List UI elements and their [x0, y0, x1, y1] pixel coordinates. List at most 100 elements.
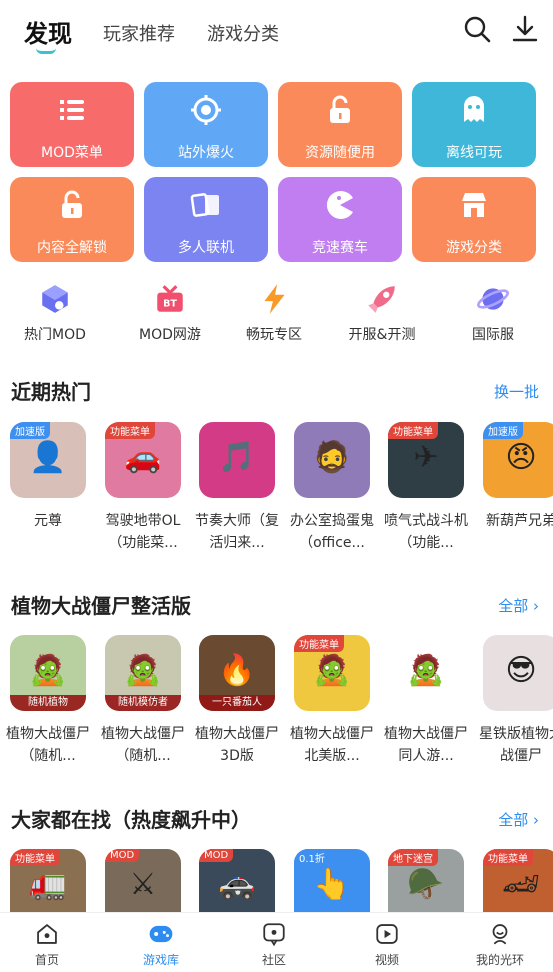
feature-card[interactable]: 内容全解锁: [10, 177, 134, 262]
app-art: 🧟: [407, 653, 445, 688]
nav-item[interactable]: 我的光环: [454, 921, 546, 968]
feature-card-label: 资源随便用: [305, 145, 375, 161]
pacman-icon: [324, 189, 356, 221]
feature-card-label: 内容全解锁: [37, 240, 107, 256]
app-art: 🧟: [313, 653, 351, 688]
feature-card[interactable]: 多人联机: [144, 177, 268, 262]
feature-card[interactable]: 站外爆火: [144, 82, 268, 167]
app-badge: 功能菜单: [388, 422, 438, 439]
quick-entry[interactable]: 畅玩专区: [222, 282, 326, 344]
app-art: ⚔: [129, 867, 157, 902]
feature-card[interactable]: 离线可玩: [412, 82, 536, 167]
app-tag: 随机植物: [10, 695, 86, 711]
mod-cube-icon: [38, 282, 72, 316]
app-badge: 功能菜单: [105, 422, 155, 439]
nav-item[interactable]: 首页: [1, 921, 93, 968]
nav-item-label: 视频: [374, 953, 399, 967]
unlock-icon: [324, 94, 356, 126]
svg-text:BT: BT: [163, 298, 177, 309]
feature-card-label: MOD菜单: [41, 145, 103, 161]
app-row-pvz: 🧟 随机植物 植物大战僵尸（随机... 🧟 随机模仿者 植物大战僵尸（随机... 🔥 一只番茄…: [0, 635, 553, 775]
ghost-icon: [458, 94, 490, 126]
app-name: 植物大战僵尸（随机...: [6, 726, 90, 764]
app-art: 🚓: [218, 867, 256, 902]
quick-entry[interactable]: 热门MOD: [3, 282, 107, 344]
app-art: 🚛: [29, 867, 67, 902]
feature-card-label: 离线可玩: [446, 145, 502, 161]
app-badge: 加速版: [483, 422, 523, 439]
app-name: 新葫芦兄弟: [486, 513, 553, 529]
app-name: 植物大战僵尸同人游...: [384, 726, 468, 764]
app-row-hot: 👤 加速版 元尊 🚗 功能菜单 驾驶地带OL（功能菜... 🎵 节奏大师（复活归来... 🧔 办公…: [0, 422, 553, 562]
app-icon: 👆 0.1折: [294, 849, 370, 912]
app-tag: 一只番茄人: [199, 695, 275, 711]
app-art: 😎: [505, 653, 537, 688]
app-art: 🏎: [501, 867, 541, 902]
app-art: 🔥: [218, 653, 256, 688]
app-icon: 😠 加速版: [483, 422, 553, 498]
view-all-pvz-link[interactable]: 全部 ›: [498, 595, 539, 616]
app-icon: ✈ 功能菜单: [388, 422, 464, 498]
nav-item-label: 首页: [34, 953, 59, 967]
planet-icon: [476, 282, 510, 316]
app-art: 🧟: [124, 653, 162, 688]
app-art: 🎵: [218, 440, 256, 475]
nav-item-label: 我的光环: [475, 953, 524, 967]
app-badge: 地下迷宫: [388, 849, 438, 866]
section-title-pvz: 植物大战僵尸整活版: [11, 594, 191, 618]
feature-card-label: 多人联机: [178, 240, 234, 256]
app-name: 驾驶地带OL（功能菜...: [105, 513, 181, 551]
app-icon: 🧟 功能菜单: [294, 635, 370, 711]
refresh-batch-link[interactable]: 换一批: [494, 381, 539, 402]
nav-item[interactable]: 视频: [341, 921, 433, 968]
nav-item[interactable]: 社区: [228, 921, 320, 968]
app-icon: 🧟 随机模仿者: [105, 635, 181, 711]
nav-item-label: 游戏库: [142, 953, 179, 967]
feature-card-label: 游戏分类: [446, 240, 502, 256]
app-icon: 🧟: [388, 635, 464, 711]
app-art: 👆: [313, 867, 351, 902]
active-tab-indicator: [36, 48, 56, 54]
app-tag: 随机模仿者: [105, 695, 181, 711]
app-name: 植物大战僵尸（随机...: [101, 726, 185, 764]
rocket-icon: [365, 282, 399, 316]
tab-player-recommend[interactable]: 玩家推荐: [103, 20, 175, 46]
app-art: 🧔: [313, 440, 351, 475]
view-all-trending-link[interactable]: 全部 ›: [498, 809, 539, 830]
quick-entry-label: MOD网游: [139, 327, 201, 343]
feature-card[interactable]: MOD菜单: [10, 82, 134, 167]
app-name: 喷气式战斗机（功能...: [384, 513, 468, 551]
app-art: 🧟: [29, 653, 67, 688]
feature-card[interactable]: 竞速赛车: [278, 177, 402, 262]
list-icon: [56, 94, 88, 126]
app-icon: 🚓 MOD: [199, 849, 275, 912]
quick-entry[interactable]: BT MOD网游: [118, 282, 222, 344]
quick-entry[interactable]: 开服&开测: [330, 282, 434, 344]
feature-card[interactable]: 资源随便用: [278, 82, 402, 167]
nav-item[interactable]: 游戏库: [115, 921, 207, 968]
cards-icon: [190, 189, 222, 221]
app-badge: 加速版: [10, 422, 50, 439]
app-badge: 功能菜单: [483, 849, 533, 866]
app-art: ✈: [413, 440, 439, 475]
feature-card-label: 站外爆火: [178, 145, 234, 161]
app-badge: 0.1折: [294, 849, 330, 866]
section-title-trending: 大家都在找（热度飙升中）: [11, 808, 251, 832]
app-icon: 🏎 功能菜单: [483, 849, 553, 912]
app-icon: 🎵: [199, 422, 275, 498]
app-badge: 功能菜单: [294, 635, 344, 652]
tab-game-category[interactable]: 游戏分类: [207, 20, 279, 46]
tab-discover[interactable]: 发现: [24, 14, 72, 49]
app-badge: 功能菜单: [10, 849, 60, 866]
quick-entry[interactable]: 国际服: [441, 282, 545, 344]
download-icon[interactable]: [510, 14, 540, 44]
bt-gift-icon: BT: [153, 282, 187, 316]
top-bar: 发现 玩家推荐 游戏分类: [0, 0, 553, 68]
gamepad-icon: [148, 921, 174, 947]
search-icon[interactable]: [462, 14, 492, 44]
app-icon: 🧟 随机植物: [10, 635, 86, 711]
app-name: 星铁版植物大战僵尸: [479, 726, 553, 764]
app-row-trending: 🚛 功能菜单 ⚔ MOD 🚓 MOD 👆 0.1折 🪖 地下迷宫 🏎 功能菜单: [0, 849, 553, 912]
app-icon: 🚛 功能菜单: [10, 849, 86, 912]
feature-card[interactable]: 游戏分类: [412, 177, 536, 262]
